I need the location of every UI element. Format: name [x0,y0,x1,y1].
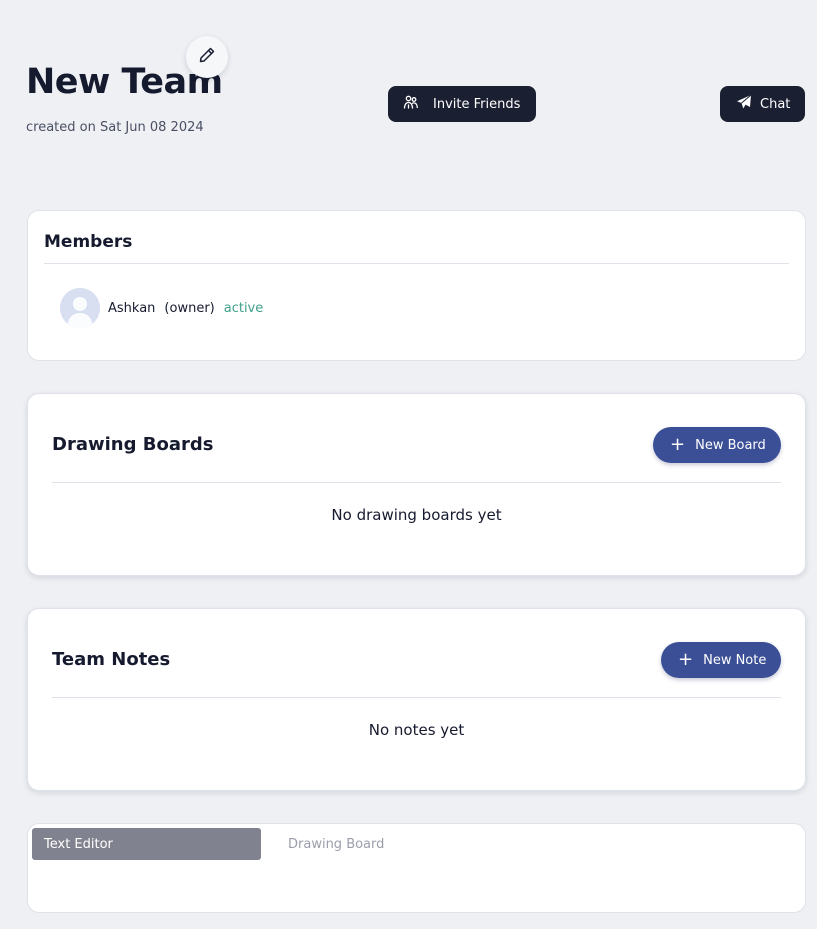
plus-icon: + [678,649,694,670]
chat-label: Chat [760,96,791,112]
editor-card: Text Editor Drawing Board [27,823,806,913]
team-notes-card: Team Notes + New Note No notes yet [27,608,806,791]
drawing-boards-divider [52,482,781,483]
invite-friends-button[interactable]: Invite Friends [388,86,536,122]
members-title: Members [44,232,133,252]
tab-drawing-board[interactable]: Drawing Board [288,828,384,860]
member-status: active [223,300,264,316]
team-notes-divider [52,697,781,698]
new-board-button[interactable]: + New Board [653,427,781,463]
new-note-label: New Note [703,652,767,668]
member-role: (owner) [164,300,215,316]
members-divider [44,263,789,264]
new-note-button[interactable]: + New Note [661,642,781,678]
new-board-label: New Board [695,437,766,453]
created-date: created on Sat Jun 08 2024 [26,120,204,135]
plus-icon: + [670,434,686,455]
pencil-icon [197,45,217,69]
member-name: Ashkan [108,300,156,316]
drawing-boards-title: Drawing Boards [52,434,214,455]
team-notes-empty: No notes yet [368,721,465,739]
paper-plane-icon [736,94,752,114]
edit-team-button[interactable] [186,36,228,78]
chat-button[interactable]: Chat [720,86,805,122]
member-row: Ashkan (owner) active [60,288,263,328]
drawing-boards-empty: No drawing boards yet [331,506,502,524]
team-header: New Team created on Sat Jun 08 2024 Invi… [0,0,817,180]
team-notes-title: Team Notes [52,649,171,670]
drawing-boards-card: Drawing Boards + New Board No drawing bo… [27,393,806,576]
users-icon [403,94,419,114]
tab-text-editor[interactable]: Text Editor [32,828,261,860]
members-card: Members Ashkan (owner) active [27,210,806,361]
avatar [60,288,100,328]
invite-friends-label: Invite Friends [433,96,521,112]
